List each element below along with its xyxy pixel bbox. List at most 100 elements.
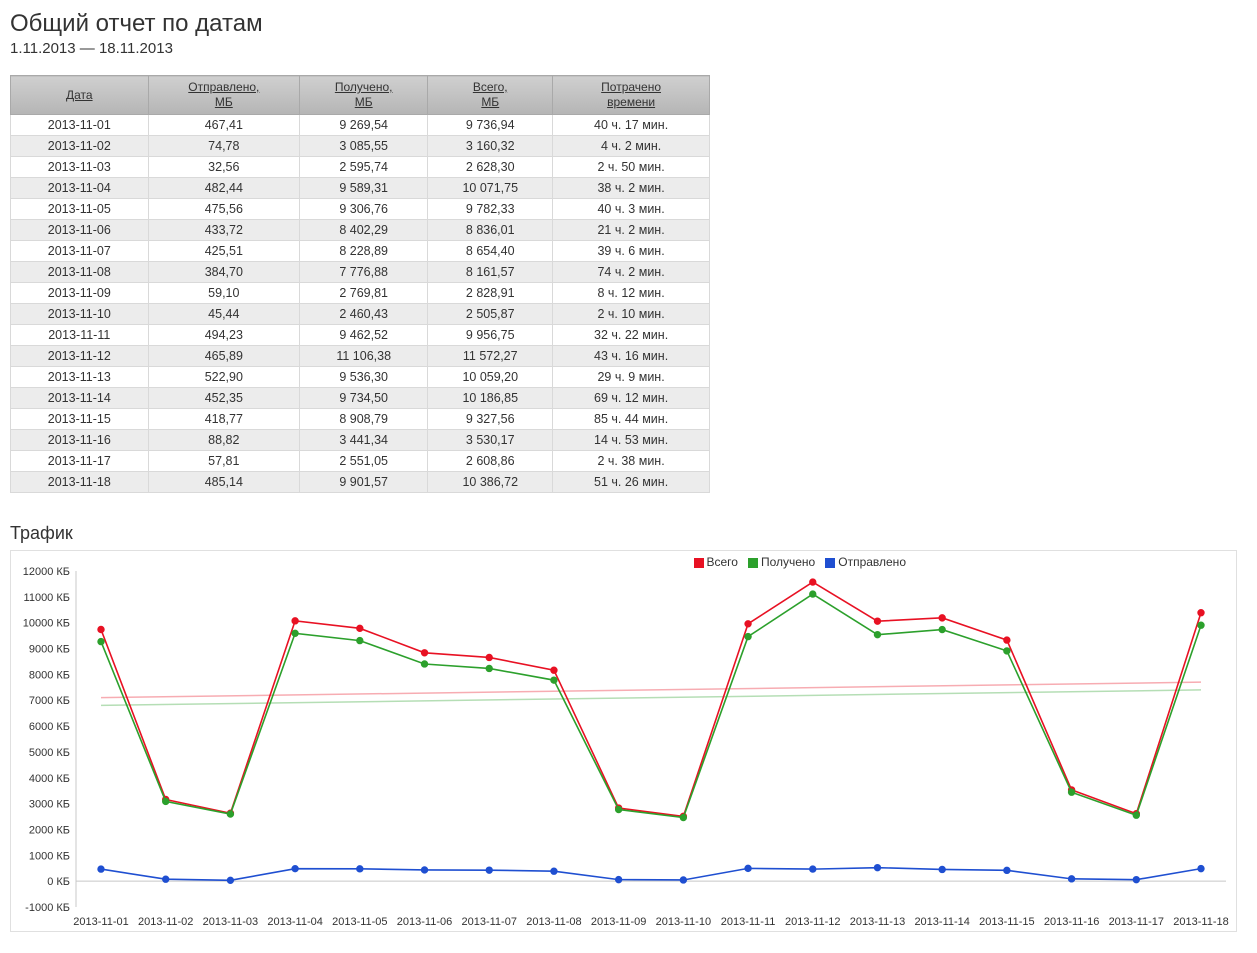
cell: 2013-11-13 [11, 367, 149, 388]
cell: 32,56 [148, 157, 299, 178]
cell: 482,44 [148, 178, 299, 199]
svg-text:2013-11-07: 2013-11-07 [462, 916, 517, 928]
cell: 57,81 [148, 451, 299, 472]
cell: 40 ч. 17 мин. [553, 115, 710, 136]
chart-title: Трафик [10, 523, 1247, 544]
cell: 2 769,81 [300, 283, 428, 304]
svg-text:7000 КБ: 7000 КБ [29, 695, 70, 707]
cell: 88,82 [148, 430, 299, 451]
cell: 2013-11-09 [11, 283, 149, 304]
cell: 2013-11-16 [11, 430, 149, 451]
cell: 2013-11-11 [11, 325, 149, 346]
cell: 467,41 [148, 115, 299, 136]
col-header-4[interactable]: Потраченовремени [553, 76, 710, 115]
cell: 32 ч. 22 мин. [553, 325, 710, 346]
svg-text:2013-11-13: 2013-11-13 [850, 916, 905, 928]
table-row: 2013-11-13522,909 536,3010 059,2029 ч. 9… [11, 367, 710, 388]
cell: 8 161,57 [428, 262, 553, 283]
cell: 9 589,31 [300, 178, 428, 199]
cell: 494,23 [148, 325, 299, 346]
svg-text:2013-11-16: 2013-11-16 [1044, 916, 1099, 928]
col-header-3[interactable]: Всего,МБ [428, 76, 553, 115]
table-row: 2013-11-0332,562 595,742 628,302 ч. 50 м… [11, 157, 710, 178]
cell: 2013-11-05 [11, 199, 149, 220]
cell: 8 228,89 [300, 241, 428, 262]
cell: 2 828,91 [428, 283, 553, 304]
svg-text:2013-11-14: 2013-11-14 [914, 916, 969, 928]
cell: 9 462,52 [300, 325, 428, 346]
cell: 475,56 [148, 199, 299, 220]
cell: 9 734,50 [300, 388, 428, 409]
table-row: 2013-11-12465,8911 106,3811 572,2743 ч. … [11, 346, 710, 367]
cell: 9 736,94 [428, 115, 553, 136]
svg-text:2013-11-05: 2013-11-05 [332, 916, 387, 928]
table-row: 2013-11-0274,783 085,553 160,324 ч. 2 ми… [11, 136, 710, 157]
cell: 2 608,86 [428, 451, 553, 472]
legend-item-received: Получено [748, 555, 815, 569]
table-row: 2013-11-05475,569 306,769 782,3340 ч. 3 … [11, 199, 710, 220]
col-header-0[interactable]: Дата [11, 76, 149, 115]
cell: 2013-11-04 [11, 178, 149, 199]
date-range: 1.11.2013 — 18.11.2013 [10, 40, 1247, 57]
cell: 2013-11-06 [11, 220, 149, 241]
cell: 8 908,79 [300, 409, 428, 430]
cell: 74,78 [148, 136, 299, 157]
cell: 2013-11-03 [11, 157, 149, 178]
cell: 2013-11-18 [11, 472, 149, 493]
svg-text:2013-11-15: 2013-11-15 [979, 916, 1034, 928]
chart-legend: Всего Получено Отправлено [694, 555, 907, 569]
table-row: 2013-11-18485,149 901,5710 386,7251 ч. 2… [11, 472, 710, 493]
cell: 2 ч. 50 мин. [553, 157, 710, 178]
cell: 2013-11-10 [11, 304, 149, 325]
svg-text:4000 КБ: 4000 КБ [29, 773, 70, 785]
cell: 43 ч. 16 мин. [553, 346, 710, 367]
cell: 425,51 [148, 241, 299, 262]
svg-text:2013-11-09: 2013-11-09 [591, 916, 646, 928]
cell: 4 ч. 2 мин. [553, 136, 710, 157]
cell: 9 782,33 [428, 199, 553, 220]
svg-text:9000 КБ: 9000 КБ [29, 644, 70, 656]
svg-text:2013-11-18: 2013-11-18 [1173, 916, 1228, 928]
cell: 418,77 [148, 409, 299, 430]
cell: 10 186,85 [428, 388, 553, 409]
cell: 9 956,75 [428, 325, 553, 346]
cell: 8 654,40 [428, 241, 553, 262]
cell: 9 327,56 [428, 409, 553, 430]
table-row: 2013-11-11494,239 462,529 956,7532 ч. 22… [11, 325, 710, 346]
cell: 11 106,38 [300, 346, 428, 367]
svg-text:2013-11-03: 2013-11-03 [203, 916, 258, 928]
svg-text:6000 КБ: 6000 КБ [29, 721, 70, 733]
page-title: Общий отчет по датам [10, 10, 1247, 38]
cell: 45,44 [148, 304, 299, 325]
cell: 2 595,74 [300, 157, 428, 178]
svg-text:2013-11-10: 2013-11-10 [656, 916, 711, 928]
legend-item-sent: Отправлено [825, 555, 906, 569]
col-header-1[interactable]: Отправлено,МБ [148, 76, 299, 115]
cell: 2 460,43 [300, 304, 428, 325]
svg-text:-1000 КБ: -1000 КБ [25, 902, 70, 914]
cell: 9 269,54 [300, 115, 428, 136]
cell: 40 ч. 3 мин. [553, 199, 710, 220]
table-row: 2013-11-14452,359 734,5010 186,8569 ч. 1… [11, 388, 710, 409]
svg-text:8000 КБ: 8000 КБ [29, 669, 70, 681]
cell: 522,90 [148, 367, 299, 388]
cell: 10 071,75 [428, 178, 553, 199]
cell: 2013-11-15 [11, 409, 149, 430]
cell: 59,10 [148, 283, 299, 304]
cell: 9 536,30 [300, 367, 428, 388]
cell: 3 441,34 [300, 430, 428, 451]
svg-text:2013-11-02: 2013-11-02 [138, 916, 193, 928]
svg-text:5000 КБ: 5000 КБ [29, 747, 70, 759]
col-header-2[interactable]: Получено,МБ [300, 76, 428, 115]
report-table: ДатаОтправлено,МБПолучено,МБВсего,МБПотр… [10, 75, 710, 493]
cell: 51 ч. 26 мин. [553, 472, 710, 493]
cell: 2 628,30 [428, 157, 553, 178]
cell: 85 ч. 44 мин. [553, 409, 710, 430]
cell: 3 160,32 [428, 136, 553, 157]
table-row: 2013-11-08384,707 776,888 161,5774 ч. 2 … [11, 262, 710, 283]
cell: 2013-11-08 [11, 262, 149, 283]
cell: 10 386,72 [428, 472, 553, 493]
table-row: 2013-11-1045,442 460,432 505,872 ч. 10 м… [11, 304, 710, 325]
svg-text:2013-11-01: 2013-11-01 [73, 916, 128, 928]
svg-text:3000 КБ: 3000 КБ [29, 799, 70, 811]
